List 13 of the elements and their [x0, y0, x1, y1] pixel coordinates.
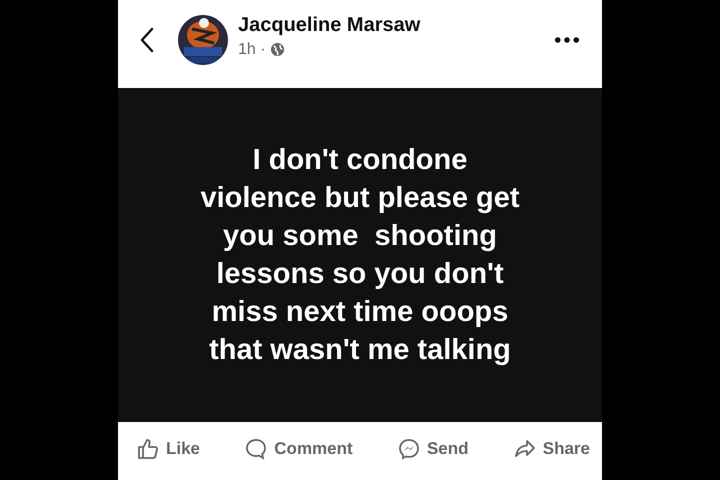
- comment-button[interactable]: Comment: [240, 433, 357, 465]
- share-button[interactable]: Share: [508, 433, 594, 465]
- like-button[interactable]: Like: [132, 433, 204, 465]
- globe-icon: [270, 42, 285, 57]
- post-text: I don't condone violence but please get you some shooting lessons so you don't miss next time ooops that wasn't me talking: [200, 143, 520, 368]
- messenger-icon: [396, 437, 421, 461]
- more-icon[interactable]: [554, 36, 580, 44]
- back-icon[interactable]: [140, 27, 154, 53]
- author-name[interactable]: Jacqueline Marsaw: [238, 14, 554, 36]
- speech-bubble-icon: [244, 437, 268, 461]
- thumbs-up-icon: [136, 437, 160, 461]
- post-time: 1h ·: [238, 40, 266, 58]
- send-button[interactable]: Send: [392, 433, 472, 465]
